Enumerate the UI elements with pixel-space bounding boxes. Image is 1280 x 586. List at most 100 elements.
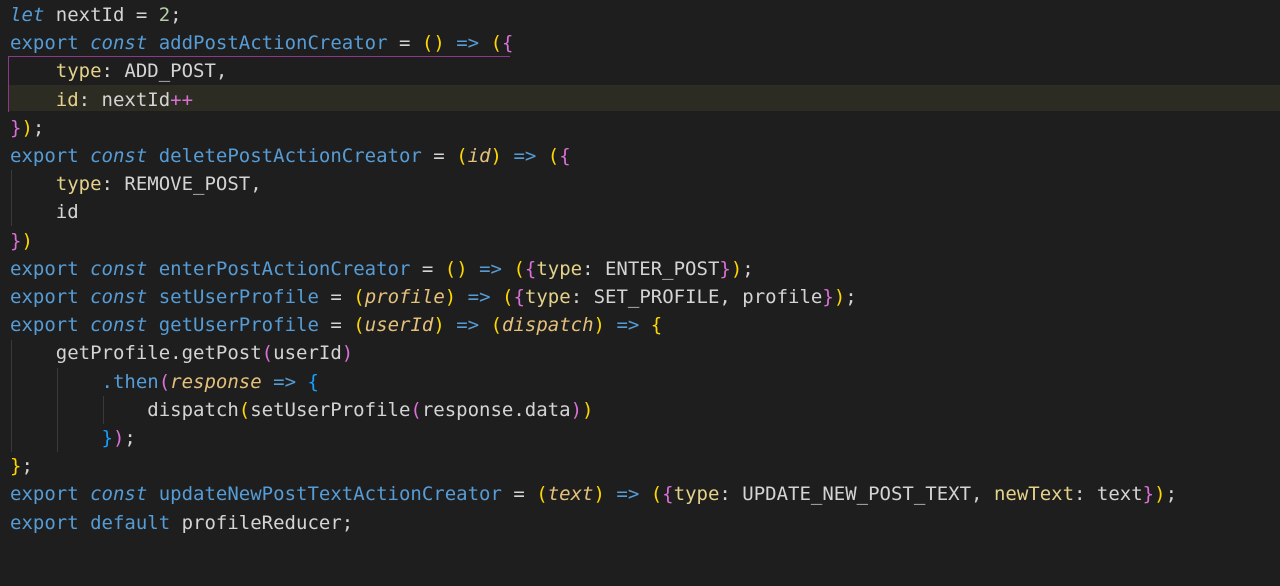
code-token: }	[10, 455, 22, 478]
code-token: getProfile.getPost	[10, 342, 262, 365]
code-token: =>	[273, 370, 297, 393]
code-token: }	[10, 229, 22, 252]
code-token: ++	[170, 88, 194, 111]
code-token: =>	[456, 314, 480, 337]
code-line[interactable]: export const addPostActionCreator = () =…	[10, 29, 513, 57]
code-line[interactable]: type: ADD_POST,	[10, 57, 228, 85]
code-token: (	[547, 145, 560, 167]
code-token: id	[10, 201, 79, 224]
code-token: (	[353, 314, 365, 337]
code-token: const	[90, 32, 148, 55]
code-line[interactable]: getProfile.getPost(userId)	[10, 339, 353, 367]
code-token: setUserProfile	[147, 286, 331, 308]
code-line[interactable]: export const setUserProfile = (profile) …	[10, 283, 857, 311]
code-token: enterPostActionCreator	[147, 257, 422, 280]
current-line-highlight	[8, 85, 1280, 111]
code-token: const	[90, 286, 148, 308]
code-line[interactable]: id	[10, 198, 79, 226]
code-token: type	[536, 257, 583, 280]
code-token: (	[490, 314, 503, 337]
code-line[interactable]: .then(response => {	[10, 368, 319, 396]
code-token: }	[719, 257, 731, 280]
code-token: (	[456, 145, 468, 167]
code-token: {	[650, 314, 663, 337]
code-token: ;	[32, 116, 45, 139]
code-token: )	[433, 314, 445, 337]
code-line[interactable]: });	[10, 114, 44, 142]
code-token: id	[467, 145, 491, 167]
code-token: )	[21, 229, 33, 252]
code-token: export	[10, 145, 79, 167]
code-token: {	[502, 32, 514, 55]
code-token: }	[1142, 483, 1155, 506]
code-token: }	[822, 286, 834, 308]
code-token: ;	[845, 286, 857, 308]
code-token: const	[90, 314, 148, 337]
code-token: const	[90, 145, 148, 167]
code-token: {	[559, 145, 571, 167]
code-line[interactable]: export const getUserProfile = (userId) =…	[10, 311, 662, 339]
code-token: ()	[421, 32, 445, 55]
code-line[interactable]: type: REMOVE_POST,	[10, 170, 262, 198]
code-token: )	[593, 314, 605, 337]
code-token: const	[90, 257, 148, 280]
code-line[interactable]: export const deletePostActionCreator = (…	[10, 142, 571, 170]
code-token: dispatch	[10, 398, 239, 421]
code-token: )	[112, 427, 125, 449]
code-token: {	[513, 286, 525, 308]
code-token: type	[55, 173, 102, 196]
code-token: addPostActionCreator	[147, 32, 399, 55]
code-token: dispatch	[502, 314, 594, 337]
code-token: newText	[993, 483, 1075, 506]
code-token: (	[410, 398, 422, 421]
code-line[interactable]: };	[10, 452, 33, 480]
code-token: )	[341, 342, 354, 365]
code-line[interactable]: export const updateNewPostTextActionCrea…	[10, 480, 1177, 508]
code-token: =>	[467, 286, 491, 308]
code-token: .then	[10, 370, 159, 393]
code-editor[interactable]: let nextId = 2; export const addPostActio…	[0, 0, 1280, 586]
code-line[interactable]: let nextId = 2;	[10, 1, 182, 29]
code-token: =>	[616, 483, 640, 506]
code-token: (	[650, 483, 663, 506]
code-token: : REMOVE_POST,	[101, 173, 262, 196]
code-line[interactable]: dispatch(setUserProfile(response.data))	[10, 396, 593, 424]
code-token: )	[490, 145, 502, 167]
code-token: profile	[364, 286, 445, 308]
bracket-match-highlight-left	[8, 56, 9, 112]
code-token: type	[673, 483, 720, 506]
code-line[interactable]: export default profileReducer;	[10, 509, 353, 537]
code-token: {	[662, 483, 674, 506]
code-line[interactable]: export const enterPostActionCreator = ()…	[10, 255, 754, 283]
code-token: =>	[456, 32, 480, 55]
code-token: : ENTER_POST	[582, 257, 720, 280]
code-line[interactable]: })	[10, 227, 33, 255]
code-token: )	[833, 286, 846, 308]
code-token: : SET_PROFILE, profile	[570, 286, 823, 308]
code-line[interactable]: id: nextId++	[10, 86, 193, 114]
code-token: =>	[479, 257, 502, 280]
code-token: response	[170, 370, 262, 393]
code-token: : UPDATE_NEW_POST_TEXT,	[719, 483, 994, 506]
code-token: type	[55, 60, 102, 83]
code-token: const	[90, 483, 148, 506]
code-token: =	[513, 483, 525, 506]
code-line[interactable]: });	[10, 424, 136, 452]
